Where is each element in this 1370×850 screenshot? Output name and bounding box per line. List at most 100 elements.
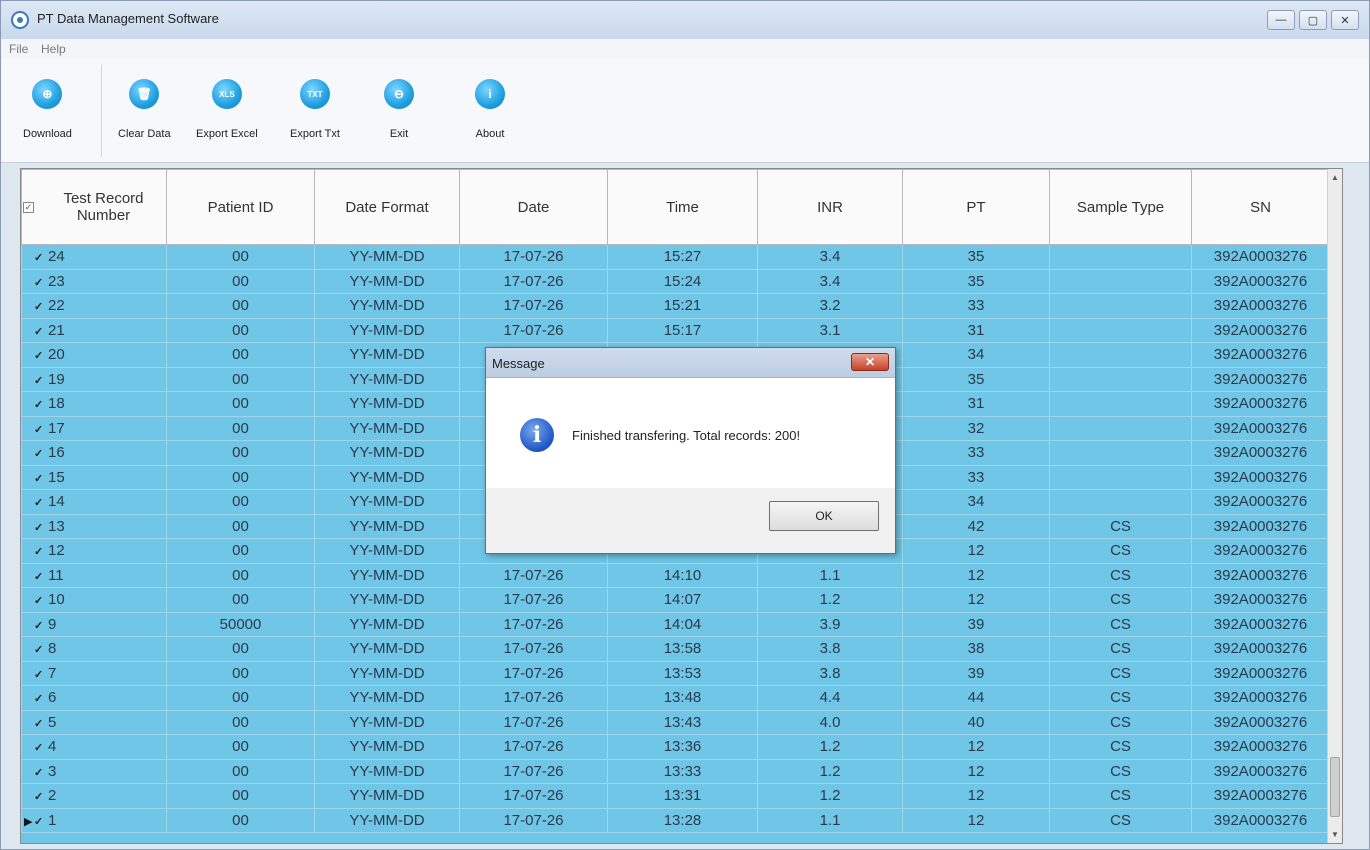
cell-inr[interactable]: 4.0 [757, 709, 903, 735]
cell-patient-id[interactable]: 00 [166, 464, 315, 490]
cell-sn[interactable]: 392A0003276 [1191, 391, 1330, 417]
cell-record-number[interactable]: ✓ 16 [21, 440, 167, 466]
cell-sn[interactable]: 392A0003276 [1191, 734, 1330, 760]
cell-record-number[interactable]: ✓ 24 [21, 244, 167, 270]
cell-time[interactable]: 14:04 [607, 611, 758, 637]
table-row[interactable]: ✓ 11 00 YY-MM-DD 17-07-26 14:10 1.1 12 CS 392A000… [21, 562, 1330, 588]
cell-patient-id[interactable]: 00 [166, 489, 315, 515]
cell-inr[interactable]: 3.8 [757, 660, 903, 686]
cell-date-format[interactable]: YY-MM-DD [314, 636, 460, 662]
dialog-title-bar[interactable]: Message ✕ [486, 348, 895, 378]
cell-record-number[interactable]: ✓ 11 [21, 562, 167, 588]
close-button[interactable]: ✕ [1331, 10, 1359, 30]
cell-sn[interactable]: 392A0003276 [1191, 293, 1330, 319]
cell-patient-id[interactable]: 00 [166, 391, 315, 417]
cell-date-format[interactable]: YY-MM-DD [314, 513, 460, 539]
table-row[interactable]: ✓ 8 00 YY-MM-DD 17-07-26 13:58 3.8 38 CS 392A0003… [21, 636, 1330, 662]
cell-pt[interactable]: 35 [902, 268, 1050, 294]
cell-sample-type[interactable] [1049, 489, 1192, 515]
cell-record-number[interactable]: ▶ ✓ 1 [21, 807, 167, 833]
cell-time[interactable]: 13:48 [607, 685, 758, 711]
column-header-sample-type[interactable]: Sample Type [1049, 169, 1192, 245]
select-all-checkbox[interactable]: ✓ [23, 201, 34, 213]
table-row[interactable]: ✓ 6 00 YY-MM-DD 17-07-26 13:48 4.4 44 CS 392A0003… [21, 685, 1330, 711]
table-row[interactable]: ✓ 22 00 YY-MM-DD 17-07-26 15:21 3.2 33 392A00032… [21, 293, 1330, 319]
cell-record-number[interactable]: ✓ 14 [21, 489, 167, 515]
cell-record-number[interactable]: ✓ 9 [21, 611, 167, 637]
cell-patient-id[interactable]: 00 [166, 685, 315, 711]
cell-pt[interactable]: 12 [902, 807, 1050, 833]
cell-time[interactable]: 13:53 [607, 660, 758, 686]
cell-record-number[interactable]: ✓ 3 [21, 758, 167, 784]
cell-time[interactable]: 13:31 [607, 783, 758, 809]
table-row[interactable]: ✓ 5 00 YY-MM-DD 17-07-26 13:43 4.0 40 CS 392A0003… [21, 709, 1330, 735]
cell-patient-id[interactable]: 00 [166, 807, 315, 833]
column-header-time[interactable]: Time [607, 169, 758, 245]
cell-date-format[interactable]: YY-MM-DD [314, 538, 460, 564]
cell-date-format[interactable]: YY-MM-DD [314, 342, 460, 368]
row-checkbox[interactable]: ✓ [34, 694, 45, 705]
cell-record-number[interactable]: ✓ 22 [21, 293, 167, 319]
cell-sample-type[interactable]: CS [1049, 513, 1192, 539]
column-header-record-number[interactable]: ✓ Test Record Number [21, 169, 167, 245]
cell-sample-type[interactable] [1049, 391, 1192, 417]
cell-pt[interactable]: 33 [902, 464, 1050, 490]
row-checkbox[interactable]: ✓ [34, 522, 45, 534]
cell-sn[interactable]: 392A0003276 [1191, 538, 1330, 564]
cell-sample-type[interactable]: CS [1049, 636, 1192, 662]
cell-record-number[interactable]: ✓ 8 [21, 636, 167, 662]
cell-pt[interactable]: 38 [902, 636, 1050, 662]
cell-patient-id[interactable]: 00 [166, 734, 315, 760]
cell-sn[interactable]: 392A0003276 [1191, 685, 1330, 711]
cell-sn[interactable]: 392A0003276 [1191, 758, 1330, 784]
cell-sample-type[interactable] [1049, 268, 1192, 294]
cell-date-format[interactable]: YY-MM-DD [314, 464, 460, 490]
cell-pt[interactable]: 32 [902, 415, 1050, 441]
cell-sn[interactable]: 392A0003276 [1191, 660, 1330, 686]
cell-inr[interactable]: 4.4 [757, 685, 903, 711]
cell-time[interactable]: 15:21 [607, 293, 758, 319]
cell-sample-type[interactable] [1049, 366, 1192, 392]
cell-date-format[interactable]: YY-MM-DD [314, 244, 460, 270]
cell-patient-id[interactable]: 00 [166, 709, 315, 735]
cell-date[interactable]: 17-07-26 [459, 709, 608, 735]
row-checkbox[interactable]: ✓ [34, 253, 45, 264]
cell-inr[interactable]: 1.2 [757, 758, 903, 784]
row-checkbox[interactable]: ✓ [34, 375, 45, 387]
cell-pt[interactable]: 33 [902, 293, 1050, 319]
cell-sample-type[interactable]: CS [1049, 758, 1192, 784]
cell-sample-type[interactable] [1049, 342, 1192, 368]
row-checkbox[interactable]: ✓ [34, 669, 45, 681]
cell-date[interactable]: 17-07-26 [459, 317, 608, 343]
row-checkbox[interactable]: ✓ [34, 792, 45, 803]
cell-date-format[interactable]: YY-MM-DD [314, 807, 460, 833]
column-header-date-format[interactable]: Date Format [314, 169, 460, 245]
cell-sample-type[interactable]: CS [1049, 734, 1192, 760]
cell-inr[interactable]: 3.9 [757, 611, 903, 637]
cell-date[interactable]: 17-07-26 [459, 244, 608, 270]
row-checkbox[interactable]: ✓ [34, 645, 45, 656]
cell-patient-id[interactable]: 00 [166, 293, 315, 319]
cell-record-number[interactable]: ✓ 15 [21, 464, 167, 490]
cell-pt[interactable]: 31 [902, 317, 1050, 343]
cell-sn[interactable]: 392A0003276 [1191, 366, 1330, 392]
table-row[interactable]: ✓ 3 00 YY-MM-DD 17-07-26 13:33 1.2 12 CS 392A0003… [21, 758, 1330, 784]
cell-patient-id[interactable]: 00 [166, 513, 315, 539]
cell-pt[interactable]: 34 [902, 489, 1050, 515]
cell-time[interactable]: 13:43 [607, 709, 758, 735]
cell-date-format[interactable]: YY-MM-DD [314, 366, 460, 392]
cell-sample-type[interactable] [1049, 293, 1192, 319]
table-row[interactable]: ✓ 9 50000 YY-MM-DD 17-07-26 14:04 3.9 39 CS 392A0… [21, 611, 1330, 637]
cell-time[interactable]: 13:58 [607, 636, 758, 662]
cell-record-number[interactable]: ✓ 18 [21, 391, 167, 417]
cell-date[interactable]: 17-07-26 [459, 783, 608, 809]
column-header-pt[interactable]: PT [902, 169, 1050, 245]
row-checkbox[interactable]: ✓ [34, 816, 45, 828]
cell-sn[interactable]: 392A0003276 [1191, 244, 1330, 270]
cell-record-number[interactable]: ✓ 17 [21, 415, 167, 441]
cell-date[interactable]: 17-07-26 [459, 734, 608, 760]
cell-patient-id[interactable]: 00 [166, 538, 315, 564]
cell-sample-type[interactable]: CS [1049, 783, 1192, 809]
cell-sample-type[interactable]: CS [1049, 611, 1192, 637]
cell-date-format[interactable]: YY-MM-DD [314, 562, 460, 588]
